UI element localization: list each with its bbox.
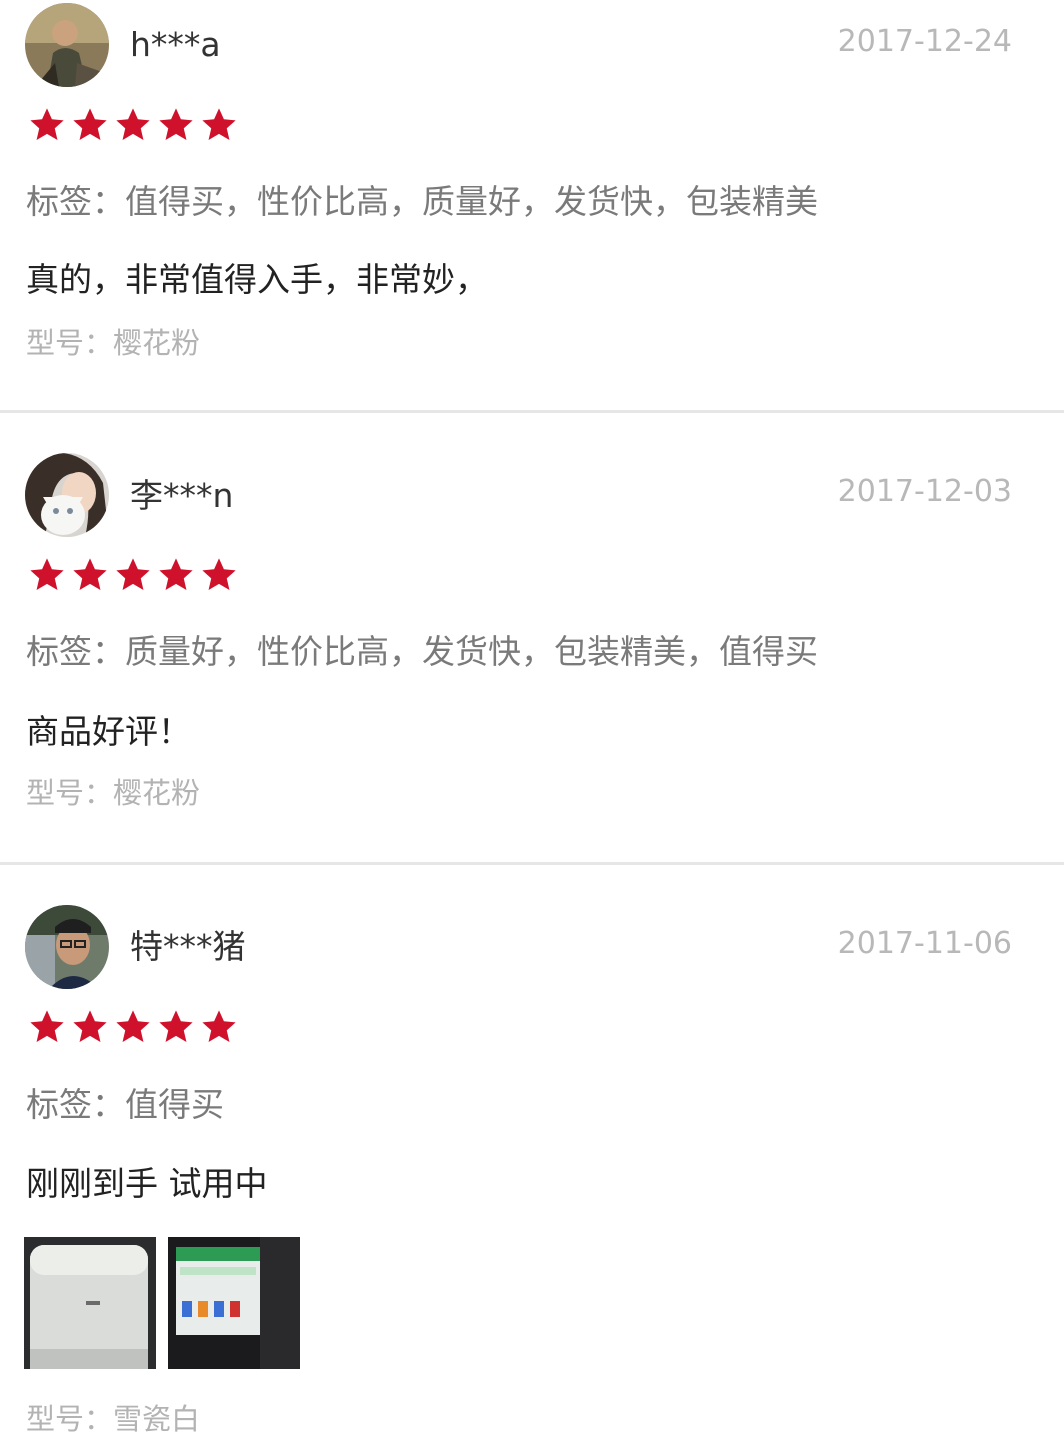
review-item: h***a 2017-12-24 标签：值得买，性价比高，质量好，发货快，包装精… xyxy=(0,0,1064,410)
review-content: 刚刚到手 试用中 xyxy=(26,1164,268,1203)
username: h***a xyxy=(130,25,221,64)
review-date: 2017-12-24 xyxy=(837,24,1012,59)
star-rating xyxy=(28,556,243,594)
star-icon xyxy=(157,1008,195,1046)
star-icon xyxy=(114,556,152,594)
review-tags: 标签：质量好，性价比高，发货快，包装精美，值得买 xyxy=(26,632,818,671)
review-item: 李***n 2017-12-03 标签：质量好，性价比高，发货快，包装精美，值得… xyxy=(0,413,1064,862)
star-rating xyxy=(28,106,243,144)
review-date: 2017-11-06 xyxy=(837,926,1012,961)
avatar[interactable] xyxy=(25,453,109,537)
star-icon xyxy=(28,1008,66,1046)
username: 特***猪 xyxy=(130,927,246,966)
avatar[interactable] xyxy=(25,3,109,87)
star-icon xyxy=(28,106,66,144)
star-icon xyxy=(157,106,195,144)
star-icon xyxy=(71,106,109,144)
review-tags: 标签：值得买，性价比高，质量好，发货快，包装精美 xyxy=(26,182,818,221)
product-model: 型号：樱花粉 xyxy=(26,776,201,810)
star-icon xyxy=(200,106,238,144)
avatar[interactable] xyxy=(25,905,109,989)
review-tags: 标签：值得买 xyxy=(26,1085,224,1124)
star-icon xyxy=(200,1008,238,1046)
review-date: 2017-12-03 xyxy=(837,474,1012,509)
star-icon xyxy=(114,1008,152,1046)
product-model: 型号：樱花粉 xyxy=(26,326,201,360)
review-photo[interactable] xyxy=(24,1237,156,1369)
star-icon xyxy=(157,556,195,594)
username: 李***n xyxy=(130,476,234,515)
star-icon xyxy=(200,556,238,594)
star-rating xyxy=(28,1008,243,1046)
review-content: 商品好评！ xyxy=(26,712,191,751)
review-photo[interactable] xyxy=(168,1237,300,1369)
review-content: 真的，非常值得入手，非常妙， xyxy=(26,260,488,299)
star-icon xyxy=(71,1008,109,1046)
product-model: 型号：雪瓷白 xyxy=(26,1402,201,1436)
star-icon xyxy=(28,556,66,594)
star-icon xyxy=(114,106,152,144)
star-icon xyxy=(71,556,109,594)
review-item: 特***猪 2017-11-06 标签：值得买 刚刚到手 试用中 型号：雪瓷白 xyxy=(0,865,1064,1436)
